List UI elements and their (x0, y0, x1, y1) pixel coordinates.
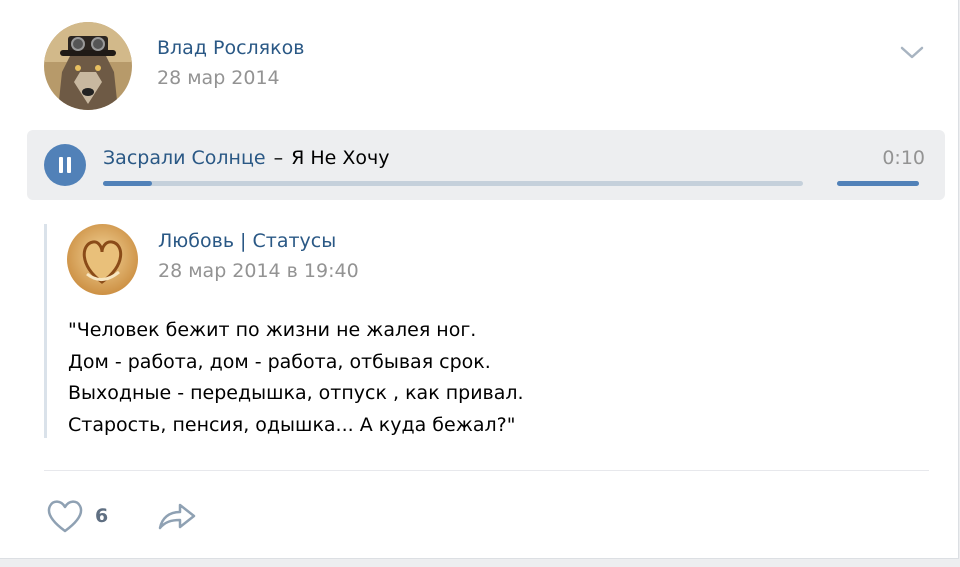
repost-text-line: Дом - работа, дом - работа, отбывая срок… (68, 350, 491, 373)
repost-border (44, 224, 47, 438)
audio-progress-bar[interactable] (103, 181, 803, 186)
share-arrow-icon (158, 503, 196, 530)
audio-song-title: Я Не Хочу (291, 147, 390, 169)
like-button[interactable]: 6 (44, 496, 108, 536)
repost-text-line: "Человек бежит по жизни не жалея ног. (68, 319, 477, 341)
repost-text: "Человек бежит по жизни не жалея ног. До… (68, 315, 524, 441)
heart-sand-avatar-image (67, 224, 138, 295)
repost-text-line: Выходные - передышка, отпуск , как прива… (68, 382, 524, 404)
audio-separator: – (273, 147, 284, 169)
volume-slider[interactable] (837, 181, 919, 186)
audio-progress-fill (103, 181, 152, 186)
audio-player[interactable]: Засрали Солнце – Я Не Хочу 0:10 (27, 130, 945, 200)
repost-source-avatar[interactable] (67, 224, 138, 295)
audio-title: Засрали Солнце – Я Не Хочу (103, 147, 389, 169)
wolf-avatar-image (44, 22, 132, 110)
repost-source-name-link[interactable]: Любовь | Статусы (158, 230, 336, 252)
pause-button[interactable] (44, 144, 86, 186)
heart-icon (47, 500, 83, 533)
post-date[interactable]: 28 мар 2014 (157, 67, 280, 89)
volume-fill (837, 181, 919, 186)
repost-text-line: Старость, пенсия, одышка... А куда бежал… (68, 413, 516, 436)
post-card: Влад Росляков 28 мар 2014 Засрали Солнце… (0, 0, 959, 559)
author-avatar[interactable] (44, 22, 132, 110)
audio-artist-link[interactable]: Засрали Солнце (103, 147, 266, 169)
chevron-down-icon[interactable] (896, 38, 928, 66)
audio-duration[interactable]: 0:10 (882, 147, 925, 169)
pause-icon (59, 157, 71, 173)
share-button[interactable] (156, 496, 198, 536)
author-name-link[interactable]: Влад Росляков (157, 37, 304, 59)
repost-date[interactable]: 28 мар 2014 в 19:40 (158, 260, 359, 282)
divider (44, 470, 929, 471)
like-count: 6 (95, 505, 109, 527)
